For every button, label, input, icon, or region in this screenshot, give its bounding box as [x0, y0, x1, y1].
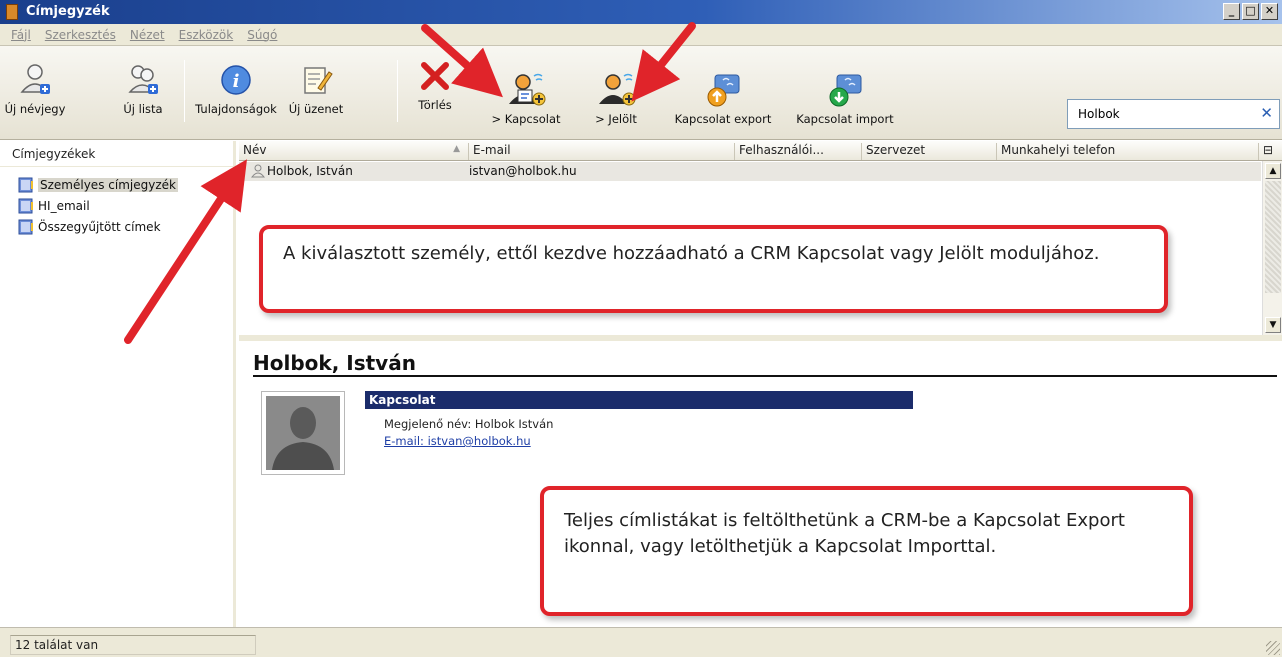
column-header-organization[interactable]: Szervezet — [862, 143, 997, 160]
properties-label: Tulajdonságok — [195, 102, 277, 116]
contact-import-button[interactable]: Kapcsolat import — [792, 62, 898, 126]
column-header-name[interactable]: Név ▲ — [239, 143, 469, 160]
address-book-icon — [6, 4, 18, 20]
menu-edit[interactable]: Szerkesztés — [38, 28, 123, 42]
search-input[interactable] — [1076, 101, 1246, 127]
addressbook-label: Összegyűjtött címek — [38, 220, 161, 234]
delete-icon — [421, 62, 449, 90]
status-bar: 12 találat van — [0, 627, 1282, 657]
to-lead-label: > Jelölt — [595, 112, 637, 126]
minimize-button[interactable]: _ — [1223, 3, 1240, 20]
addressbook-item-personal[interactable]: Személyes címjegyzék — [0, 175, 233, 196]
display-name-line: Megjelenő név: Holbok István — [384, 417, 554, 431]
compose-icon — [304, 67, 333, 94]
scroll-down-icon[interactable]: ▼ — [1265, 317, 1281, 333]
column-picker-icon[interactable]: ⊟ — [1259, 143, 1282, 160]
new-message-button[interactable]: Új üzenet — [280, 52, 352, 116]
callout-export-import: Teljes címlistákat is feltölthetünk a CR… — [540, 486, 1193, 616]
contact-export-button[interactable]: Kapcsolat export — [662, 62, 784, 126]
contact-import-label: Kapcsolat import — [796, 112, 894, 126]
contact-detail-name: Holbok, István — [253, 351, 416, 375]
new-list-button[interactable]: Új lista — [116, 52, 170, 116]
to-contact-button[interactable]: > Kapcsolat — [486, 62, 566, 126]
column-headers: Név ▲ E-mail Felhasználói... Szervezet M… — [239, 141, 1282, 161]
toolbar: Új névjegy Új lista i Tulajdonságok Új ü… — [0, 46, 1282, 140]
toolbar-separator — [397, 60, 398, 122]
contact-photo — [261, 391, 345, 475]
addressbook-icon — [18, 219, 34, 235]
sort-ascending-icon: ▲ — [453, 144, 460, 154]
addressbook-header: Címjegyzékek — [0, 141, 233, 167]
close-button[interactable]: ✕ — [1261, 3, 1278, 20]
addressbook-pane: Címjegyzékek Személyes címjegyzék HI_ema… — [0, 141, 236, 627]
menu-tools[interactable]: Eszközök — [172, 28, 241, 42]
scroll-up-icon[interactable]: ▲ — [1265, 163, 1281, 179]
list-scrollbar[interactable]: ▲ ▼ — [1262, 161, 1282, 335]
clear-search-icon[interactable]: ✕ — [1260, 104, 1273, 122]
delete-button[interactable]: Törlés — [410, 48, 460, 112]
title-bar: Címjegyzék _ □ ✕ — [0, 0, 1282, 24]
menu-view[interactable]: Nézet — [123, 28, 172, 42]
addressbook-label: HI_email — [38, 199, 90, 213]
properties-button[interactable]: i Tulajdonságok — [194, 52, 278, 116]
delete-label: Törlés — [418, 98, 452, 112]
window-controls: _ □ ✕ — [1223, 3, 1278, 20]
addressbook-icon — [18, 198, 34, 214]
import-icon — [829, 74, 862, 107]
window-title: Címjegyzék — [26, 4, 110, 19]
menu-help[interactable]: Súgó — [240, 28, 284, 42]
contact-icon — [250, 164, 266, 184]
new-contact-label: Új névjegy — [4, 102, 66, 116]
crm-lead-icon — [599, 73, 636, 106]
info-icon: i — [221, 65, 251, 95]
menu-bar: Fájl Szerkesztés Nézet Eszközök Súgó — [0, 24, 1282, 46]
to-contact-label: > Kapcsolat — [491, 112, 561, 126]
maximize-button[interactable]: □ — [1242, 3, 1259, 20]
table-row[interactable]: Holbok, István istvan@holbok.hu — [239, 162, 1261, 181]
crm-contact-icon — [509, 73, 546, 106]
contact-export-label: Kapcsolat export — [674, 112, 772, 126]
status-text: 12 találat van — [10, 635, 256, 655]
search-box[interactable]: ✕ — [1067, 99, 1280, 129]
new-list-icon — [128, 65, 158, 94]
new-contact-icon — [20, 64, 50, 94]
contact-email-cell: istvan@holbok.hu — [469, 164, 577, 178]
column-label: Név — [243, 143, 267, 157]
addressbook-item-hi-email[interactable]: HI_email — [0, 196, 233, 217]
detail-divider — [253, 375, 1277, 377]
addressbook-label: Személyes címjegyzék — [38, 178, 178, 192]
contact-name-cell: Holbok, István — [267, 164, 353, 178]
to-lead-button[interactable]: > Jelölt — [586, 62, 646, 126]
email-link[interactable]: E-mail: istvan@holbok.hu — [384, 434, 531, 448]
addressbook-item-collected[interactable]: Összegyűjtött címek — [0, 217, 233, 238]
column-header-email[interactable]: E-mail — [469, 143, 735, 160]
svg-text:i: i — [233, 71, 240, 92]
new-contact-button[interactable]: Új névjegy — [4, 52, 66, 116]
toolbar-separator — [184, 60, 185, 122]
export-icon — [707, 74, 740, 107]
new-message-label: Új üzenet — [288, 102, 344, 116]
avatar-placeholder-icon — [266, 396, 340, 470]
callout-selected-contact: A kiválasztott személy, ettől kezdve hoz… — [259, 225, 1168, 313]
resize-grip[interactable] — [1266, 641, 1280, 655]
column-header-username[interactable]: Felhasználói... — [735, 143, 862, 160]
scrollbar-thumb[interactable] — [1265, 181, 1281, 293]
menu-file[interactable]: Fájl — [4, 28, 38, 42]
detail-section-header: Kapcsolat — [365, 391, 913, 409]
new-list-label: Új lista — [123, 102, 163, 116]
column-header-work-phone[interactable]: Munkahelyi telefon — [997, 143, 1259, 160]
addressbook-icon — [18, 177, 34, 193]
